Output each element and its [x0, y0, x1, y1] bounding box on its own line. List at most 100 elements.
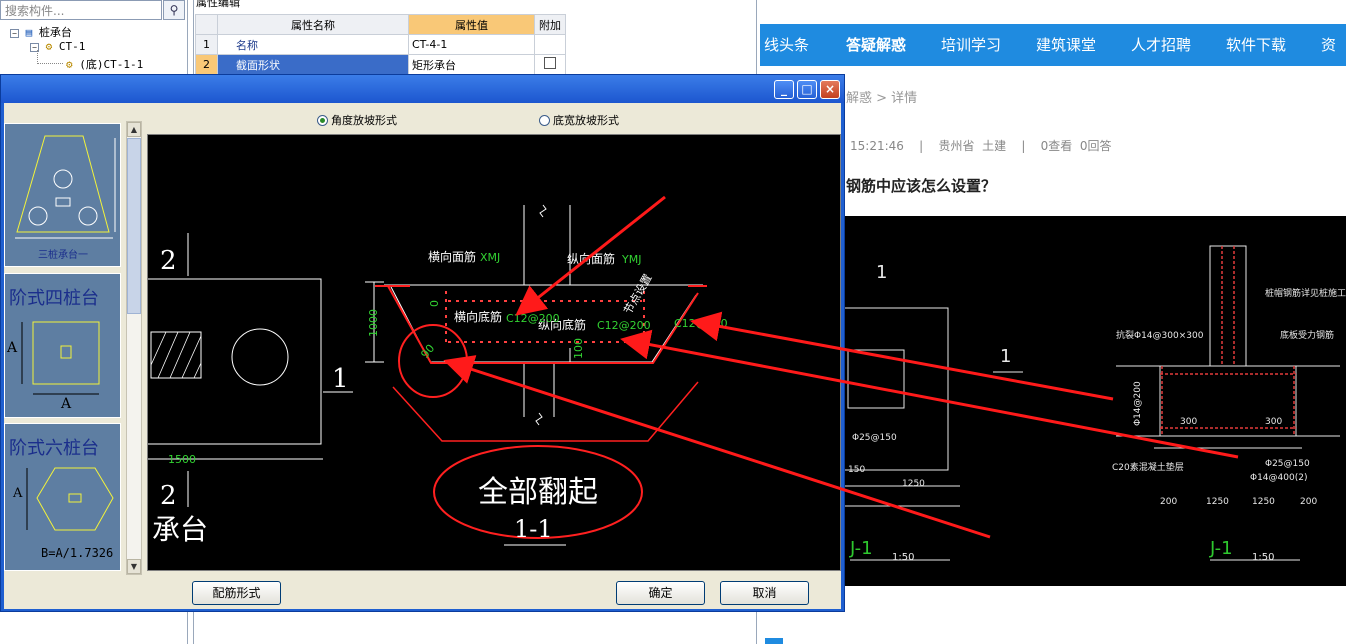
cad-dim: 1250 [1206, 497, 1229, 507]
table-corner [195, 14, 218, 35]
tree-item-label: (底)CT-1-1 [79, 58, 144, 71]
question-meta: 15:21:46 | 贵州省 土建 | 0查看 0回答 [850, 139, 1112, 153]
cad-note: 抗裂Φ14@300×300 [1116, 329, 1204, 341]
cad-note: 桩帽钢筋详见桩施工图 [1265, 287, 1346, 299]
annotation-text: 全部翻起 [478, 475, 598, 510]
search-input[interactable]: 搜索构件... [0, 0, 162, 20]
cad-scale: 1:50 [892, 552, 914, 563]
radio-label: 角度放坡形式 [331, 114, 397, 127]
radio-selected-icon[interactable] [317, 115, 328, 126]
cad-note: 300 [1265, 417, 1282, 427]
rebar-code: YMJ [621, 253, 641, 266]
cad-note: Φ25@150 [1265, 459, 1310, 469]
nav-item-downloads[interactable]: 软件下载 [1226, 24, 1286, 66]
dialog-title-bar[interactable]: _ □ × [1, 75, 844, 103]
thumb-step-four-pile[interactable]: 阶式四桩台 A A [4, 273, 121, 418]
cad-drawing-canvas[interactable]: 2 1 2 承台 1500 横向面筋 纵向面筋 横向底筋 纵向底筋 节点设置 X… [147, 134, 841, 571]
gear-icon: ⚙ [45, 40, 53, 53]
rebar-code: C12@200 [597, 319, 651, 332]
cad-dim: 200 [1300, 497, 1317, 507]
site-nav-bar: 线头条 答疑解惑 培训学习 建筑课堂 人才招聘 软件下载 资料 [760, 24, 1346, 96]
nav-item-resources[interactable]: 资料 [1321, 24, 1346, 96]
pile-cap-dialog: _ □ × 三桩承台一 阶式四桩台 A A 阶式六桩台 A B=A/1.7326… [0, 74, 845, 612]
tree-item-leaf[interactable]: ⚙ (底)CT-1-1 [66, 56, 143, 72]
thumb-formula: B=A/1.7326 [41, 546, 114, 560]
nav-item-training[interactable]: 培训学习 [941, 24, 1001, 66]
dim-text: 1000 [367, 309, 380, 337]
section-mark: 2 [160, 246, 177, 276]
cad-dim: 200 [1160, 497, 1177, 507]
cad-note: C20素混凝土垫层 [1112, 461, 1184, 473]
extra-cell [534, 34, 566, 55]
thumb-step-six-pile[interactable]: 阶式六桩台 A B=A/1.7326 [4, 423, 121, 571]
drawing-label: 承台 [152, 513, 208, 546]
cad-note: 底板受力钢筋 [1280, 329, 1334, 341]
property-name: 名称 [217, 34, 409, 55]
cad-title: J-1 [1209, 538, 1233, 559]
ok-button[interactable]: 确定 [616, 581, 705, 605]
table-row[interactable]: 1 名称 CT-4-1 [195, 34, 566, 55]
rebar-label: 纵向面筋 [567, 251, 615, 266]
rebar-code: C12@200 [674, 317, 728, 330]
rebar-form-button[interactable]: 配筋形式 [192, 581, 281, 605]
cad-dim: 1250 [1252, 497, 1275, 507]
question-image: 1 1 Φ25@150 1250 150 J-1 1:50 桩帽钢筋详见桩施工图… [760, 216, 1346, 586]
cad-label: 1250 [902, 479, 925, 489]
nav-item-jobs[interactable]: 人才招聘 [1131, 24, 1191, 66]
radio-angle-slope[interactable]: 角度放坡形式 [317, 112, 397, 128]
rebar-code: XMJ [480, 251, 500, 264]
thumb-three-pile-cap[interactable]: 三桩承台一 [4, 123, 121, 267]
table-row[interactable]: 2 截面形状 矩形承台 [195, 54, 566, 75]
radio-unselected-icon[interactable] [539, 115, 550, 126]
tree-item-root[interactable]: − ▤ 桩承台 [10, 24, 72, 40]
property-panel-title: 属性编辑 [196, 0, 240, 8]
close-button[interactable]: × [820, 80, 840, 99]
pile-cap-icon: ▤ [25, 26, 33, 39]
nav-item-headlines[interactable]: 线头条 [764, 24, 809, 66]
maximize-button[interactable]: □ [797, 80, 817, 99]
radio-bottom-width-slope[interactable]: 底宽放坡形式 [539, 112, 619, 128]
cad-label: 150 [848, 465, 865, 475]
thumb-dim: A [7, 340, 18, 356]
radio-label: 底宽放坡形式 [553, 114, 619, 127]
section-mark: 2 [160, 481, 177, 511]
tree-line [37, 50, 38, 64]
cad-scale: 1:50 [1252, 552, 1274, 563]
question-title: 钢筋中应该怎么设置？ [846, 177, 997, 195]
rebar-label: 横向面筋 [428, 249, 476, 264]
scroll-thumb[interactable] [127, 138, 141, 314]
rebar-label: 节点设置 [621, 272, 654, 317]
scroll-up-icon[interactable]: ▲ [127, 122, 141, 137]
collapse-icon[interactable]: − [10, 28, 19, 38]
thumb-caption: 三桩承台一 [38, 250, 88, 261]
minimize-button[interactable]: _ [774, 80, 794, 99]
dim-text: 1500 [168, 453, 196, 466]
breadcrumb[interactable]: 解惑 > 详情 [846, 87, 917, 106]
property-value[interactable]: CT-4-1 [408, 34, 535, 55]
cad-note: 300 [1180, 417, 1197, 427]
row-number: 1 [195, 34, 218, 55]
column-header-value: 属性值 [408, 14, 535, 35]
tree-item-child[interactable]: − ⚙ CT-1 [30, 40, 85, 53]
thumbnail-scrollbar[interactable]: ▲ ▼ [126, 121, 142, 575]
tree-item-label: 桩承台 [38, 26, 72, 39]
scroll-down-icon[interactable]: ▼ [127, 559, 141, 574]
extra-checkbox[interactable] [534, 54, 566, 75]
section-mark: 1 [332, 364, 349, 394]
scroll-top-tab[interactable] [765, 638, 783, 644]
row-number: 2 [195, 54, 218, 75]
property-value[interactable]: 矩形承台 [408, 54, 535, 75]
search-icon[interactable]: ⚲ [163, 0, 185, 20]
cad-label: Φ25@150 [852, 433, 897, 443]
cancel-button[interactable]: 取消 [720, 581, 809, 605]
nav-item-qa[interactable]: 答疑解惑 [846, 24, 906, 66]
nav-item-classroom[interactable]: 建筑课堂 [1036, 24, 1096, 66]
cad-note: Φ14@400(2) [1250, 473, 1307, 483]
section-title: 1-1 [514, 515, 553, 543]
thumb-dim: A [61, 396, 72, 412]
cad-note: Φ14@200 [1133, 381, 1143, 426]
cad-label: 1 [1000, 346, 1011, 367]
cad-label: 1 [876, 262, 887, 283]
slope-form-options: 角度放坡形式 底宽放坡形式 [147, 106, 841, 131]
column-header-name: 属性名称 [217, 14, 409, 35]
